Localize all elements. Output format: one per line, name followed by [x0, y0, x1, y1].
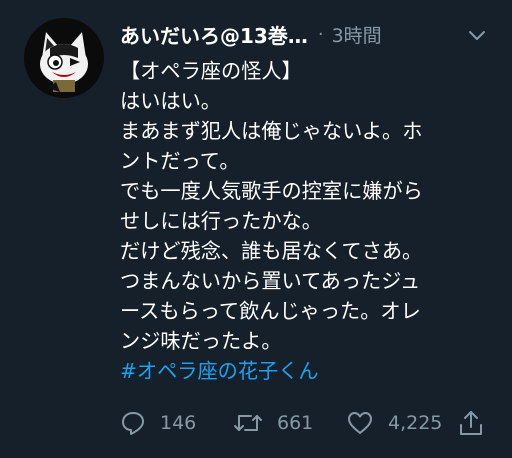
hashtag-link[interactable]: #オペラ座の花子くん — [120, 356, 498, 386]
tweet: あいだいろ@13巻… · 3時間 【オペラ座の怪人】 はいはい。 まあまず犯人は… — [0, 0, 512, 458]
retweet-count: 661 — [277, 412, 314, 434]
tweet-text-line: だけど残念、誰も居なくてさあ。 — [120, 239, 423, 263]
heart-icon — [346, 410, 374, 436]
tweet-header: あいだいろ@13巻… · 3時間 — [120, 18, 498, 50]
tweet-text-line: ンジ味だったよ。 — [120, 329, 282, 353]
chevron-down-icon[interactable] — [466, 24, 488, 46]
tweet-text-line: せしには行ったかな。 — [120, 209, 322, 233]
tweet-text-line: 【オペラ座の怪人】 — [120, 59, 302, 83]
tweet-text: 【オペラ座の怪人】 はいはい。 まあまず犯人は俺じゃないよ。ホ ントだって。 で… — [120, 56, 498, 386]
retweet-icon — [233, 410, 263, 436]
separator-dot: · — [317, 23, 324, 45]
tweet-text-line: まあまず犯人は俺じゃないよ。ホ — [120, 119, 423, 143]
tweet-text-line: つまんないから置いてあったジュ — [120, 269, 421, 293]
reply-button[interactable]: 146 — [120, 406, 196, 440]
timestamp[interactable]: 3時間 — [332, 21, 382, 48]
user-avatar[interactable] — [24, 18, 104, 98]
tweet-text-line: ースもらって飲んじゃった。オレ — [120, 299, 421, 323]
reply-icon — [120, 410, 146, 436]
tweet-actions: 146 661 4,225 — [120, 406, 500, 440]
display-name[interactable]: あいだいろ@13巻… — [120, 20, 308, 49]
tweet-text-line: でも一度人気歌手の控室に嫌がら — [120, 179, 423, 203]
like-button[interactable]: 4,225 — [346, 406, 442, 440]
tweet-text-line: はいはい。 — [120, 89, 221, 113]
share-button[interactable] — [458, 406, 484, 440]
retweet-button[interactable]: 661 — [233, 406, 313, 440]
reply-count: 146 — [160, 412, 197, 434]
cat-avatar-icon — [24, 18, 104, 98]
tweet-text-line: ントだって。 — [120, 149, 240, 173]
like-count: 4,225 — [388, 412, 443, 434]
share-icon — [458, 409, 484, 437]
